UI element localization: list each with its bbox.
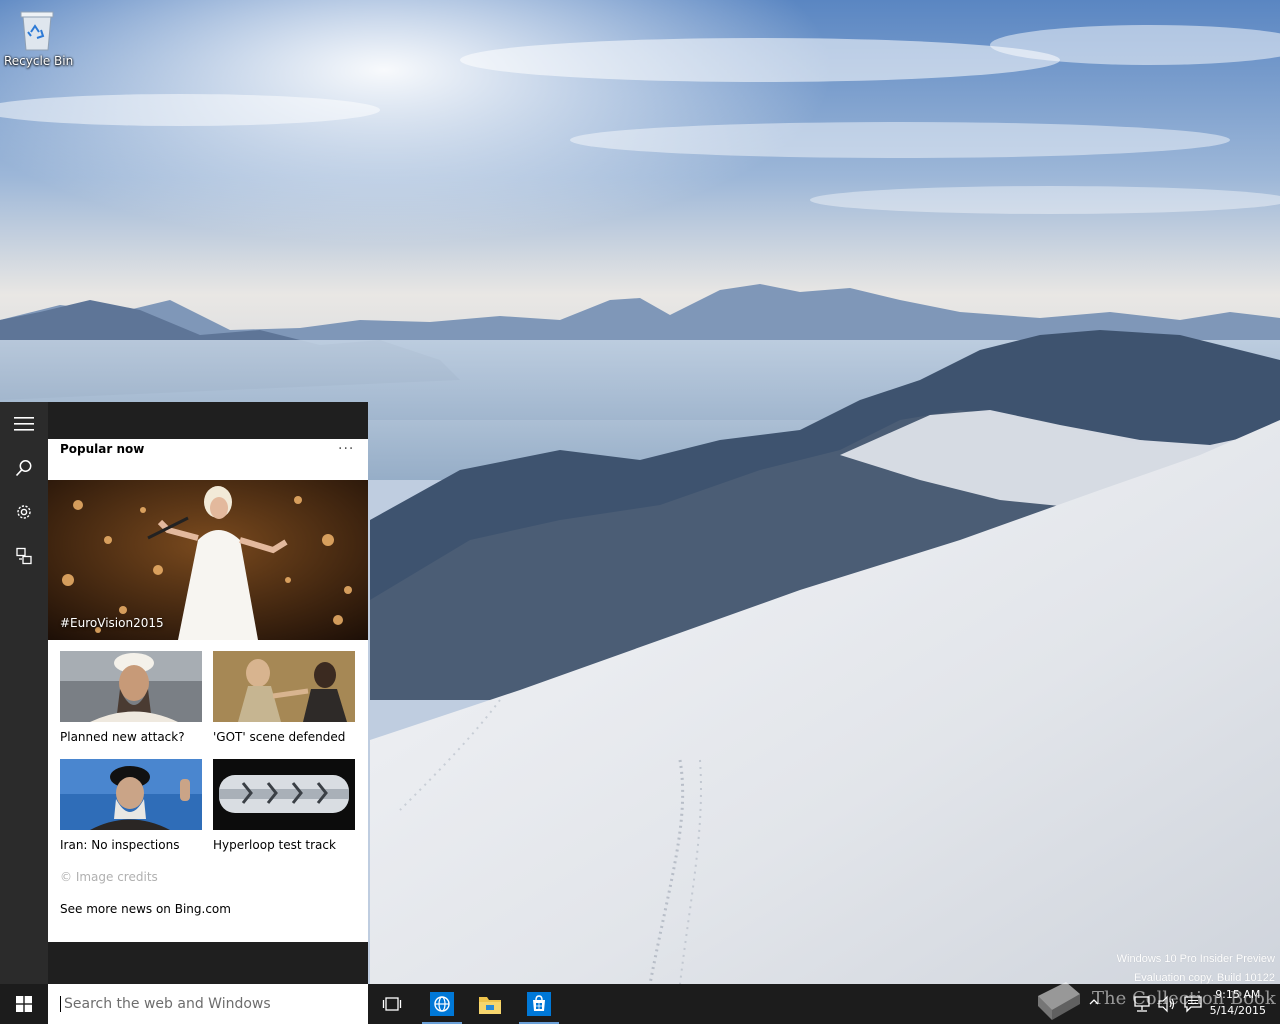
store-icon: [527, 992, 551, 1016]
news-item-thumbnail[interactable]: [213, 651, 355, 722]
image-credits-link[interactable]: © Image credits: [60, 870, 158, 884]
evaluation-watermark: Windows 10 Pro Insider Preview Evaluatio…: [1117, 950, 1275, 988]
see-more-news-link[interactable]: See more news on Bing.com: [60, 902, 231, 916]
settings-rail-button[interactable]: [0, 490, 48, 534]
taskbar-search-box[interactable]: [48, 984, 368, 1024]
hero-news-item[interactable]: #EuroVision2015: [48, 480, 368, 640]
news-item-caption[interactable]: 'GOT' scene defended: [213, 730, 345, 744]
evaluation-edition: Windows 10 Pro Insider Preview: [1116, 953, 1275, 965]
recycle-bin-icon: [20, 11, 54, 51]
show-hidden-icons-icon[interactable]: [1089, 997, 1099, 1007]
search-icon: [15, 460, 32, 477]
news-item-thumbnail[interactable]: [60, 651, 202, 722]
cortana-rail: [0, 402, 48, 984]
task-view-icon: [382, 997, 402, 1011]
recycle-bin-desktop-icon[interactable]: Recycle Bin: [4, 8, 74, 68]
news-item-caption[interactable]: Iran: No inspections: [60, 838, 179, 852]
hamburger-menu-button[interactable]: [0, 402, 48, 446]
text-caret: [60, 996, 61, 1012]
start-button[interactable]: [0, 984, 48, 1024]
windows-logo-icon: [16, 996, 32, 1012]
cortana-panel-footer: [48, 942, 368, 984]
news-item-caption[interactable]: Hyperloop test track: [213, 838, 336, 852]
news-thumbnail-image: [60, 651, 202, 722]
internet-explorer-button[interactable]: [418, 984, 466, 1024]
network-icon[interactable]: [1132, 995, 1152, 1013]
cortana-panel-header: [48, 402, 368, 439]
task-view-button[interactable]: [368, 984, 416, 1024]
news-item-caption[interactable]: Planned new attack?: [60, 730, 185, 744]
recycle-bin-label: Recycle Bin: [4, 54, 74, 68]
clock-date: 5/14/2015: [1209, 1004, 1266, 1017]
news-thumbnail-image: [213, 759, 355, 830]
more-options-button[interactable]: ···: [338, 441, 354, 457]
search-rail-button[interactable]: [0, 446, 48, 490]
card-title: Popular now: [60, 442, 145, 456]
news-item-thumbnail[interactable]: [60, 759, 202, 830]
hamburger-menu-icon: [14, 417, 34, 431]
popular-now-card: Popular now ··· #EuroVision2015 Planned …: [48, 439, 368, 942]
internet-explorer-icon: [430, 992, 454, 1016]
gear-icon: [17, 505, 31, 519]
volume-icon[interactable]: [1157, 995, 1177, 1013]
search-input[interactable]: [62, 995, 356, 1013]
news-thumbnail-image: [60, 759, 202, 830]
taskbar: 9:15 AM 5/14/2015: [0, 984, 1280, 1024]
feedback-icon: [16, 547, 32, 565]
feedback-rail-button[interactable]: [0, 534, 48, 578]
store-button[interactable]: [515, 984, 563, 1024]
action-center-icon[interactable]: [1184, 995, 1202, 1013]
news-thumbnail-image: [213, 651, 355, 722]
clock-time: 9:15 AM: [1215, 988, 1261, 1001]
file-explorer-button[interactable]: [466, 984, 514, 1024]
news-item-thumbnail[interactable]: [213, 759, 355, 830]
file-explorer-icon: [479, 997, 501, 1014]
taskbar-clock[interactable]: 9:15 AM 5/14/2015: [1210, 987, 1266, 1019]
hero-caption: #EuroVision2015: [60, 616, 164, 630]
